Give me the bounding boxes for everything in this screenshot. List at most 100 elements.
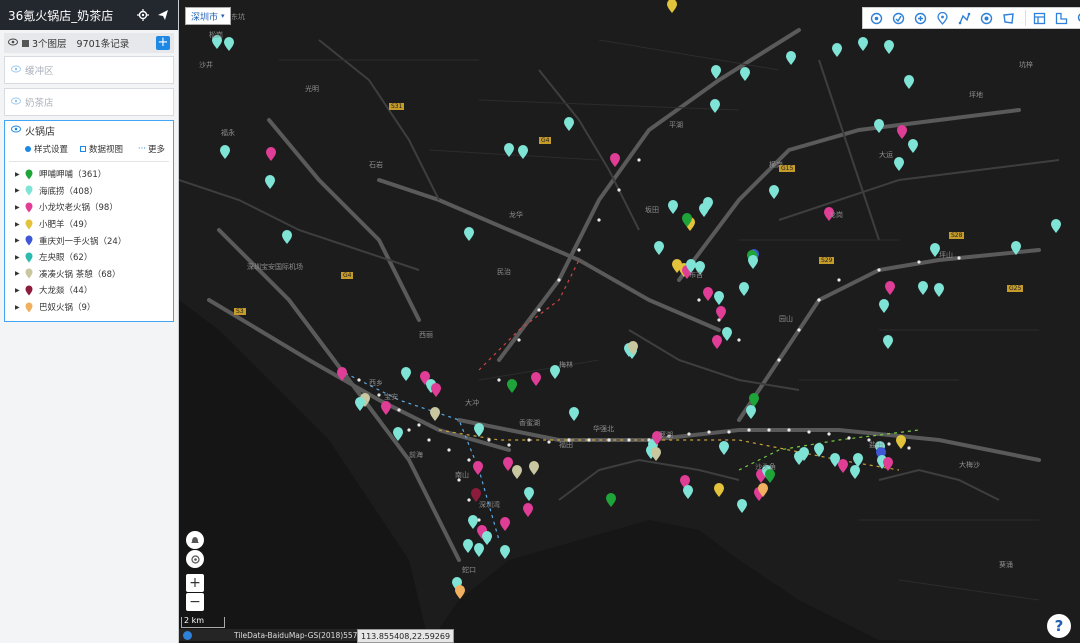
map-pin-icon[interactable]: [904, 75, 914, 89]
map-pin-icon[interactable]: [858, 37, 868, 51]
map-pin-icon[interactable]: [722, 327, 732, 341]
map-pin-icon[interactable]: [883, 335, 893, 349]
map-pin-icon[interactable]: [908, 139, 918, 153]
map-pin-icon[interactable]: [474, 423, 484, 437]
map-pin-icon[interactable]: [879, 299, 889, 313]
map-pin-icon[interactable]: [832, 43, 842, 57]
caret-right-icon[interactable]: ▶: [15, 237, 25, 244]
caret-right-icon[interactable]: ▶: [15, 204, 25, 211]
map-pin-icon[interactable]: [853, 453, 863, 467]
map-pin-icon[interactable]: [896, 435, 906, 449]
map-pin-icon[interactable]: [610, 153, 620, 167]
map-pin-icon[interactable]: [746, 405, 756, 419]
map-pin-icon[interactable]: [918, 281, 928, 295]
map-pin-icon[interactable]: [719, 441, 729, 455]
caret-right-icon[interactable]: ▶: [15, 221, 25, 228]
map-pin-icon[interactable]: [667, 0, 677, 13]
add-layer-button[interactable]: +: [156, 36, 170, 50]
legend-item[interactable]: ▶ 凑凑火锅 茶憩（68）: [5, 266, 173, 283]
map-pin-icon[interactable]: [683, 485, 693, 499]
map-pin-icon[interactable]: [482, 531, 492, 545]
zoom-tool-icon[interactable]: [911, 10, 929, 26]
map-pin-icon[interactable]: [710, 99, 720, 113]
map-pin-icon[interactable]: [606, 493, 616, 507]
map-pin-icon[interactable]: [1051, 219, 1061, 233]
tab-more[interactable]: ··· 更多: [138, 143, 165, 155]
layout-icon[interactable]: [1025, 10, 1048, 26]
map-pin-icon[interactable]: [431, 383, 441, 397]
map-pin-icon[interactable]: [874, 119, 884, 133]
map-pin-icon[interactable]: [500, 517, 510, 531]
map-pin-icon[interactable]: [897, 125, 907, 139]
map-pin-icon[interactable]: [430, 407, 440, 421]
map-pin-icon[interactable]: [769, 185, 779, 199]
map-pin-icon[interactable]: [524, 487, 534, 501]
map-pin-icon[interactable]: [885, 281, 895, 295]
caret-right-icon[interactable]: ▶: [15, 187, 25, 194]
legend-item[interactable]: ▶ 小龙坎老火锅（98）: [5, 199, 173, 216]
legend-item[interactable]: ▶ 重庆刘一手火锅（24）: [5, 232, 173, 249]
zoom-in-button[interactable]: +: [186, 574, 204, 592]
search-icon[interactable]: [1074, 10, 1080, 26]
map-pin-icon[interactable]: [464, 227, 474, 241]
bell-icon[interactable]: [186, 531, 204, 549]
map-pin-icon[interactable]: [473, 461, 483, 475]
map-pin-icon[interactable]: [668, 200, 678, 214]
map-pin-icon[interactable]: [518, 145, 528, 159]
map-pin-icon[interactable]: [468, 515, 478, 529]
map-pin-icon[interactable]: [716, 306, 726, 320]
city-selector[interactable]: 深圳市 ▾: [185, 7, 231, 25]
marker-icon[interactable]: [933, 10, 951, 26]
legend-item[interactable]: ▶ 海底捞（408）: [5, 183, 173, 200]
map-pin-icon[interactable]: [564, 117, 574, 131]
legend-item[interactable]: ▶ 大龙燚（44）: [5, 282, 173, 299]
map-pin-icon[interactable]: [282, 230, 292, 244]
map-pin-icon[interactable]: [507, 379, 517, 393]
caret-right-icon[interactable]: ▶: [15, 304, 25, 311]
map-pin-icon[interactable]: [224, 37, 234, 51]
map-pin-icon[interactable]: [894, 157, 904, 171]
map-pin-icon[interactable]: [529, 461, 539, 475]
map-pin-icon[interactable]: [712, 335, 722, 349]
polygon-icon[interactable]: [999, 10, 1017, 26]
zoom-out-button[interactable]: −: [186, 593, 204, 611]
geolocate-icon[interactable]: [186, 550, 204, 568]
map-pin-icon[interactable]: [381, 401, 391, 415]
help-button[interactable]: ?: [1047, 614, 1071, 638]
legend-item[interactable]: ▶ 巴奴火锅（9）: [5, 299, 173, 316]
map-pin-icon[interactable]: [714, 483, 724, 497]
map-pin-icon[interactable]: [463, 539, 473, 553]
eye-icon[interactable]: [11, 65, 21, 76]
map-pin-icon[interactable]: [703, 287, 713, 301]
map-pin-icon[interactable]: [523, 503, 533, 517]
map-pin-icon[interactable]: [838, 459, 848, 473]
map-pin-icon[interactable]: [714, 291, 724, 305]
map-pin-icon[interactable]: [503, 457, 513, 471]
legend-item[interactable]: ▶ 左央眼（62）: [5, 249, 173, 266]
map-pin-icon[interactable]: [474, 543, 484, 557]
layer-section-milktea[interactable]: 奶茶店: [4, 88, 174, 116]
rotate-icon[interactable]: [889, 10, 907, 26]
caret-right-icon[interactable]: ▶: [15, 287, 25, 294]
map-pin-icon[interactable]: [711, 65, 721, 79]
legend-item[interactable]: ▶ 小肥羊（49）: [5, 216, 173, 233]
map-pin-icon[interactable]: [739, 282, 749, 296]
legend-item[interactable]: ▶ 呷哺呷哺（361）: [5, 166, 173, 183]
map-pin-icon[interactable]: [220, 145, 230, 159]
caret-right-icon[interactable]: ▶: [15, 254, 25, 261]
tab-data-view[interactable]: 数据视图: [80, 143, 123, 155]
eye-icon[interactable]: [8, 38, 18, 49]
map-pin-icon[interactable]: [786, 51, 796, 65]
map-pin-icon[interactable]: [266, 147, 276, 161]
pan-icon[interactable]: [867, 10, 885, 26]
caret-right-icon[interactable]: ▶: [15, 171, 25, 178]
map-pin-icon[interactable]: [737, 499, 747, 513]
circle-tool-icon[interactable]: [977, 10, 995, 26]
map-pin-icon[interactable]: [569, 407, 579, 421]
map-pin-icon[interactable]: [850, 465, 860, 479]
map-pin-icon[interactable]: [748, 255, 758, 269]
map-pin-icon[interactable]: [884, 40, 894, 54]
map-pin-icon[interactable]: [651, 447, 661, 461]
map-pin-icon[interactable]: [500, 545, 510, 559]
caret-right-icon[interactable]: ▶: [15, 270, 25, 277]
